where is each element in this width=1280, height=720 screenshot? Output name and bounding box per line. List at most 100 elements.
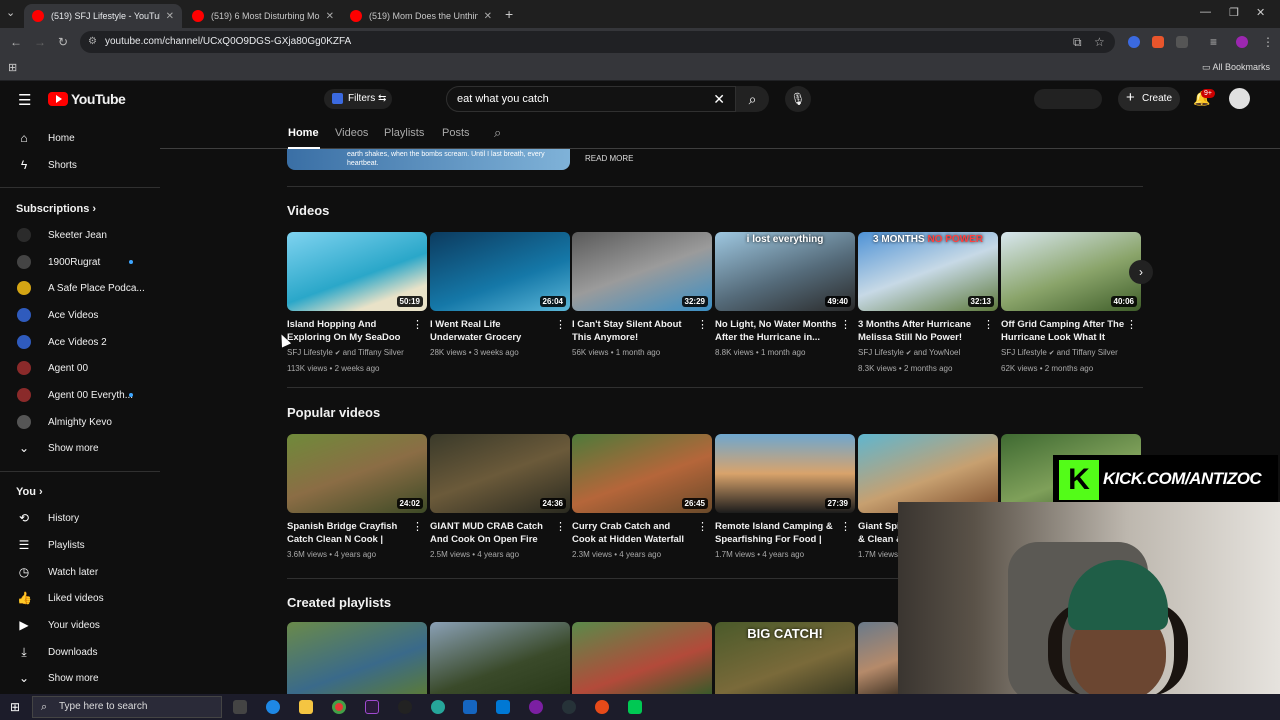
close-tab-icon[interactable]: ✕ — [166, 11, 174, 22]
more-actions-icon[interactable]: ⋮ — [697, 318, 708, 331]
taskbar-search-input[interactable]: ⌕ Type here to search — [32, 696, 222, 718]
reload-icon[interactable]: ↻ — [58, 35, 68, 49]
more-actions-icon[interactable]: ⋮ — [412, 318, 423, 331]
video-card[interactable]: 27:39 Remote Island Camping & Spearfishin… — [715, 434, 855, 561]
file-explorer-icon[interactable] — [299, 700, 313, 714]
playlist-card[interactable] — [430, 622, 570, 694]
more-actions-icon[interactable]: ⋮ — [412, 520, 423, 533]
channel-search-icon[interactable]: ⌕ — [494, 125, 501, 141]
outlook-icon[interactable] — [496, 700, 510, 714]
close-tab-icon[interactable]: ✕ — [484, 11, 492, 22]
video-title[interactable]: GIANT MUD CRAB Catch And Cook On Open Fi… — [430, 520, 554, 546]
sidebar-item-history[interactable]: ⟲ History — [0, 505, 160, 531]
more-actions-icon[interactable]: ⋮ — [555, 520, 566, 533]
subscriptions-heading[interactable]: Subscriptions › — [16, 203, 96, 215]
channel-name[interactable]: SFJ Lifestyle — [858, 348, 904, 357]
app-icon[interactable] — [431, 700, 445, 714]
more-actions-icon[interactable]: ⋮ — [697, 520, 708, 533]
video-thumbnail[interactable]: 32:29 — [572, 232, 712, 311]
search-button[interactable]: ⌕ — [736, 86, 769, 112]
video-title[interactable]: No Light, No Water Months After the Hurr… — [715, 318, 839, 344]
app-icon[interactable] — [365, 700, 379, 714]
video-title[interactable]: Curry Crab Catch and Cook at Hidden Wate… — [572, 520, 696, 546]
apps-icon[interactable]: ⊞ — [8, 61, 17, 74]
puzzle-icon[interactable] — [1176, 36, 1188, 48]
app-icon[interactable] — [398, 700, 412, 714]
bookmark-star-icon[interactable]: ☆ — [1094, 35, 1105, 49]
browser-tab-1[interactable]: (519) SFJ Lifestyle - YouTube ✕ — [24, 4, 182, 28]
tab-posts[interactable]: Posts — [442, 127, 470, 139]
video-card[interactable]: 24:02 Spanish Bridge Crayfish Catch Clean… — [287, 434, 427, 561]
app-icon[interactable] — [529, 700, 543, 714]
back-icon[interactable]: ← — [10, 35, 22, 49]
playlist-thumbnail[interactable] — [430, 622, 570, 694]
sidebar-item-home[interactable]: ⌂ Home — [0, 125, 160, 151]
video-thumbnail[interactable]: 26:45 — [572, 434, 712, 513]
videos-section-title[interactable]: Videos — [287, 203, 329, 218]
tab-home[interactable]: Home — [288, 127, 319, 139]
more-actions-icon[interactable]: ⋮ — [555, 318, 566, 331]
video-thumbnail[interactable]: 24:02 — [287, 434, 427, 513]
extension-icon[interactable] — [1128, 36, 1140, 48]
featured-video-thumbnail[interactable]: earth shakes, when the bombs scream. Unt… — [287, 149, 570, 170]
chrome-icon[interactable] — [332, 700, 346, 714]
close-window-icon[interactable]: ✕ — [1256, 6, 1265, 19]
forward-icon[interactable]: → — [34, 35, 46, 49]
new-tab-icon[interactable]: + — [505, 6, 513, 22]
account-avatar[interactable] — [1229, 88, 1250, 109]
reading-list-icon[interactable]: ≡ — [1210, 35, 1217, 49]
video-title[interactable]: Spanish Bridge Crayfish Catch Clean N Co… — [287, 520, 411, 546]
video-card[interactable]: i lost everything 49:40 No Light, No Water… — [715, 232, 855, 359]
app-icon[interactable] — [595, 700, 609, 714]
menu-icon[interactable]: ☰ — [18, 91, 31, 109]
video-thumbnail[interactable]: 50:19 — [287, 232, 427, 311]
playlist-card[interactable]: BIG CATCH! — [715, 622, 855, 694]
video-title[interactable]: Remote Island Camping & Spearfishing For… — [715, 520, 839, 546]
playlist-thumbnail[interactable] — [572, 622, 712, 694]
more-actions-icon[interactable]: ⋮ — [840, 318, 851, 331]
steam-icon[interactable] — [562, 700, 576, 714]
create-button[interactable]: + Create — [1118, 87, 1180, 111]
video-thumbnail[interactable]: 24:36 — [430, 434, 570, 513]
sidebar-item-downloads[interactable]: ⤓ Downloads — [0, 639, 160, 665]
playlist-card[interactable] — [572, 622, 712, 694]
voice-search-button[interactable]: 🎙 — [785, 86, 811, 112]
browser-menu-icon[interactable]: ⋮ — [1262, 35, 1274, 49]
browser-tab-2[interactable]: (519) 6 Most Disturbing Moments ✕ — [184, 4, 342, 28]
playlists-section-title[interactable]: Created playlists — [287, 595, 391, 610]
sidebar-item-playlists[interactable]: ☰ Playlists — [0, 532, 160, 558]
video-thumbnail[interactable]: 3 MONTHS NO POWER 32:13 — [858, 232, 998, 311]
channel-name[interactable]: SFJ Lifestyle — [1001, 348, 1047, 357]
site-info-icon[interactable]: ⚙ — [88, 31, 97, 53]
profile-icon[interactable] — [1236, 36, 1248, 48]
video-thumbnail[interactable]: 27:39 — [715, 434, 855, 513]
extension-toolbar[interactable] — [1034, 89, 1102, 109]
address-bar[interactable]: ⚙ youtube.com/channel/UCxQ0O9DGS-GXja80G… — [80, 31, 1115, 53]
subscription-item[interactable]: Ace Videos — [0, 302, 160, 328]
playlist-thumbnail[interactable]: BIG CATCH! — [715, 622, 855, 694]
minimize-icon[interactable]: — — [1200, 6, 1211, 18]
video-title[interactable]: Off Grid Camping After The Hurricane Loo… — [1001, 318, 1125, 344]
channel-name[interactable]: SFJ Lifestyle — [287, 348, 333, 357]
browser-tab-3[interactable]: (519) Mom Does the Unthinkable ✕ — [342, 4, 500, 28]
edge-icon[interactable] — [266, 700, 280, 714]
video-title[interactable]: I Can't Stay Silent About This Anymore! — [572, 318, 696, 344]
subscription-item[interactable]: Ace Videos 2 — [0, 329, 160, 355]
sidebar-item-liked-videos[interactable]: 👍 Liked videos — [0, 585, 160, 611]
task-view-icon[interactable] — [233, 700, 247, 714]
video-thumbnail[interactable]: 40:06 — [1001, 232, 1141, 311]
close-tab-icon[interactable]: ✕ — [326, 11, 334, 22]
app-icon[interactable] — [628, 700, 642, 714]
popular-section-title[interactable]: Popular videos — [287, 405, 380, 420]
tab-videos[interactable]: Videos — [335, 127, 368, 139]
show-more-subscriptions[interactable]: ⌄ Show more — [0, 435, 160, 461]
restore-icon[interactable]: ❐ — [1229, 6, 1239, 19]
windows-start-icon[interactable]: ⊞ — [10, 700, 20, 714]
more-actions-icon[interactable]: ⋮ — [1126, 318, 1137, 331]
install-app-icon[interactable]: ⧉ — [1073, 35, 1082, 50]
video-title[interactable]: Island Hopping And Exploring On My SeaDo… — [287, 318, 411, 344]
subscription-item[interactable]: 1900Rugrat — [0, 249, 160, 275]
more-actions-icon[interactable]: ⋮ — [840, 520, 851, 533]
all-bookmarks-button[interactable]: ▭ All Bookmarks — [1202, 62, 1270, 73]
subscription-item[interactable]: Almighty Kevo — [0, 409, 160, 435]
